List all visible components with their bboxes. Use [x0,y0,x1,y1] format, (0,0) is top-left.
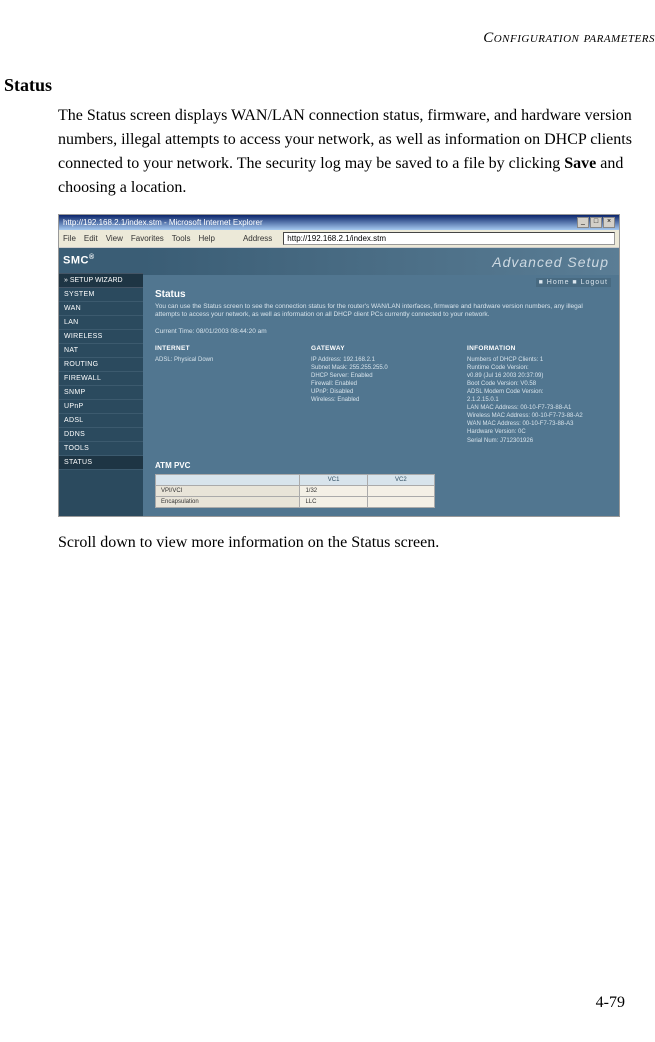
address-bar[interactable]: http://192.168.2.1/index.stm [283,232,615,245]
maximize-icon[interactable]: □ [590,217,602,228]
row-label: Encapsulation [156,496,300,507]
nav-routing[interactable]: ROUTING [59,358,143,372]
info-line: Boot Code Version: V0.58 [467,380,609,388]
banner-links[interactable]: ■ Home ■ Logout [536,278,611,287]
p1-bold: Save [564,155,596,172]
nav-status[interactable]: STATUS [59,456,143,470]
nav-wan[interactable]: WAN [59,302,143,316]
nav-ddns[interactable]: DDNS [59,428,143,442]
nav-snmp[interactable]: SNMP [59,386,143,400]
page-number: 4-79 [596,994,625,1012]
col-internet-h: INTERNET [155,345,297,354]
info-line: ADSL Modem Code Version: [467,388,609,396]
col-gateway-h: GATEWAY [311,345,453,354]
window-titlebar: http://192.168.2.1/index.stm - Microsoft… [59,215,619,230]
close-icon[interactable]: × [603,217,615,228]
setup-wizard-link[interactable]: » SETUP WIZARD [59,273,143,288]
info-line: v0.89 (Jul 16 2003 20:37:09) [467,372,609,380]
address-label: Address [243,234,272,243]
banner: Advanced Setup ■ Home ■ Logout [143,248,619,275]
status-description: You can use the Status screen to see the… [155,303,609,320]
col-info-h: INFORMATION [467,345,609,354]
col-internet: INTERNET ADSL: Physical Down [155,345,297,445]
th-vc2: VC2 [367,474,434,485]
banner-title: Advanced Setup [492,254,609,270]
menu-edit[interactable]: Edit [84,234,98,243]
info-line: WAN MAC Address: 00-10-F7-73-88-A3 [467,420,609,428]
nav-nat[interactable]: NAT [59,344,143,358]
minimize-icon[interactable]: _ [577,217,589,228]
nav-firewall[interactable]: FIREWALL [59,372,143,386]
current-time: Current Time: 08/01/2003 08:44:20 am [155,328,609,335]
cell [367,496,434,507]
menu-help[interactable]: Help [198,234,214,243]
gw-line: IP Address: 192.168.2.1 [311,356,453,364]
cell [367,485,434,496]
menu-file[interactable]: File [63,234,76,243]
col-gateway: GATEWAY IP Address: 192.168.2.1 Subnet M… [311,345,453,445]
cell: LLC [300,496,367,507]
nav-system[interactable]: SYSTEM [59,288,143,302]
info-line: Numbers of DHCP Clients: 1 [467,356,609,364]
atm-table: VC1 VC2 VPI/VCI 1/32 Encapsulation LLC [155,474,435,508]
info-line: Hardware Version: 0C [467,428,609,436]
menu-favorites[interactable]: Favorites [131,234,164,243]
running-header: Configuration parameters [0,30,655,47]
menu-tools[interactable]: Tools [172,234,191,243]
logo-text: SMC [63,255,89,267]
internet-line: ADSL: Physical Down [155,356,297,364]
sidebar: SMC® » SETUP WIZARD SYSTEM WAN LAN WIREL… [59,248,143,516]
nav-tools[interactable]: TOOLS [59,442,143,456]
gw-line: UPnP: Disabled [311,388,453,396]
logo: SMC® [59,248,143,273]
nav-upnp[interactable]: UPnP [59,400,143,414]
intro-paragraph: The Status screen displays WAN/LAN conne… [58,104,655,200]
row-label: VPI/VCI [156,485,300,496]
info-line: LAN MAC Address: 00-10-F7-73-88-A1 [467,404,609,412]
info-line: Wireless MAC Address: 00-10-F7-73-88-A2 [467,412,609,420]
section-heading: Status [0,75,655,96]
nav-wireless[interactable]: WIRELESS [59,330,143,344]
atm-heading: ATM PVC [155,461,609,470]
status-heading: Status [155,289,609,300]
info-line: Serial Num: J712301926 [467,437,609,445]
menu-view[interactable]: View [106,234,123,243]
gw-line: DHCP Server: Enabled [311,372,453,380]
col-information: INFORMATION Numbers of DHCP Clients: 1 R… [467,345,609,445]
gw-line: Wireless: Enabled [311,396,453,404]
info-line: Runtime Code Version: [467,364,609,372]
browser-menubar: File Edit View Favorites Tools Help Addr… [59,230,619,248]
gw-line: Subnet Mask: 255.255.255.0 [311,364,453,372]
gw-line: Firewall: Enabled [311,380,453,388]
main-panel: Advanced Setup ■ Home ■ Logout Status Yo… [143,248,619,516]
th-vc1: VC1 [300,474,367,485]
window-title: http://192.168.2.1/index.stm - Microsoft… [63,218,263,227]
p1-pre: The Status screen displays WAN/LAN conne… [58,107,632,172]
nav-lan[interactable]: LAN [59,316,143,330]
followup-paragraph: Scroll down to view more information on … [58,531,655,555]
nav-adsl[interactable]: ADSL [59,414,143,428]
cell: 1/32 [300,485,367,496]
info-line: 2.1.2.15.0.1 [467,396,609,404]
th-blank [156,474,300,485]
status-screenshot: http://192.168.2.1/index.stm - Microsoft… [58,214,620,517]
